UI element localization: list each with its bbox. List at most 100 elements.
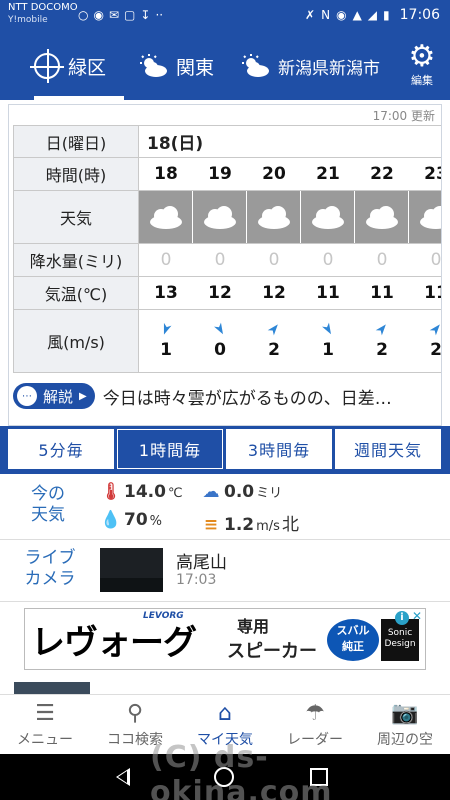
ad-info-icon[interactable]: i xyxy=(395,611,409,625)
wind-arrow-icon xyxy=(429,324,440,336)
table-row-precip: 降水量(ミリ) 0 0 0 0 0 0 xyxy=(13,243,441,276)
thermometer-icon: 🌡 xyxy=(100,482,122,502)
camera-icon: 📷 xyxy=(391,700,419,726)
wind-cell: 0 xyxy=(193,310,247,372)
hour-cell: 20 xyxy=(262,164,286,184)
logo-line: Design xyxy=(384,639,416,649)
ad-sonic-logo: Sonic Design xyxy=(381,619,419,661)
current-weather-label: 今の 天気 xyxy=(18,484,78,526)
interval-tabs: 5分毎 1時間毎 3時間毎 週間天気 xyxy=(0,426,450,474)
camera-time: 17:03 xyxy=(176,572,217,588)
temp-cell: 11 xyxy=(424,283,441,303)
label-line: カメラ xyxy=(24,569,76,589)
wind-arrow-icon xyxy=(214,322,223,335)
table-row-wind: 風(m/s) 1 0 2 1 2 2 xyxy=(13,309,442,373)
rain-unit: ミリ xyxy=(256,486,283,501)
label-line: 天気 xyxy=(31,505,65,525)
wind-arrow-icon xyxy=(375,324,386,336)
temp-cell: 11 xyxy=(370,283,394,303)
weather-cell xyxy=(139,191,193,243)
advertisement-banner[interactable]: レヴォーグ LEVORG 専用 スピーカー スバル 純正 Sonic Desig… xyxy=(24,608,426,670)
hourly-forecast-panel: 17:00 更新 日(曜日) 18(日) 時間(時) 181920212223 … xyxy=(8,104,442,426)
precip-cell: 0 xyxy=(214,250,226,270)
live-camera-label: ライブ カメラ xyxy=(20,548,80,590)
wind-icon: ≡ xyxy=(203,515,219,535)
carrier-name: NTT DOCOMO xyxy=(8,2,78,13)
notification-icons: ○ ◉ ✉ ▢ ↧ ·· xyxy=(78,8,163,22)
speech-bubble-icon: ⋯ xyxy=(17,386,37,406)
wind-speed: 1 xyxy=(322,340,334,360)
temp-cell: 11 xyxy=(316,283,340,303)
hour-cell: 21 xyxy=(316,164,340,184)
tab-weekly[interactable]: 週間天気 xyxy=(335,429,441,469)
tab-hourly[interactable]: 1時間毎 xyxy=(117,429,223,469)
wind-arrow-icon xyxy=(163,322,172,335)
temp-cell: 13 xyxy=(154,283,178,303)
location-tab-kanto[interactable]: 関東 xyxy=(138,32,214,100)
humidity-unit: % xyxy=(149,514,163,529)
wind-cell: 1 xyxy=(139,310,193,372)
weather-cell xyxy=(355,191,409,243)
wind-speed: 2 xyxy=(430,340,442,360)
tab-5min[interactable]: 5分毎 xyxy=(8,429,114,469)
signal-icon: ◢ xyxy=(367,8,378,22)
temp-value: 14.0 xyxy=(124,482,166,502)
next-card-thumbnail xyxy=(14,682,90,694)
wind-arrow-icon xyxy=(322,322,331,335)
dots-icon: ·· xyxy=(155,8,164,22)
camera-thumbnail[interactable] xyxy=(100,548,163,592)
mail-icon: ✉ xyxy=(108,8,120,22)
tab-3hour[interactable]: 3時間毎 xyxy=(226,429,332,469)
bluetooth-icon: ✗ xyxy=(305,8,316,22)
wind-speed: 0 xyxy=(214,340,226,360)
wind-speed: 2 xyxy=(376,340,388,360)
gps-icon xyxy=(30,49,64,83)
humidity-drops-icon: 💧 xyxy=(100,510,122,530)
menu-icon: ☰ xyxy=(35,700,55,726)
forecast-comment[interactable]: ⋯ 解説 ▶ 今日は時々雲が広がるものの、日差… xyxy=(13,383,392,409)
row-header: 時間(時) xyxy=(13,158,139,190)
watermark: (C) ds-okina.com xyxy=(150,740,333,800)
nav-menu[interactable]: ☰ メニュー xyxy=(0,695,90,754)
battery-icon: ▮ xyxy=(383,8,390,22)
badge-line: 純正 xyxy=(342,640,364,653)
status-bar: NTT DOCOMO Y!mobile ○ ◉ ✉ ▢ ↧ ·· ✗ N ◉ ▲… xyxy=(0,0,450,32)
rain-value: 0.0 xyxy=(224,482,255,502)
updated-time: 17:00 更新 xyxy=(372,109,435,123)
logo-line: Sonic xyxy=(387,628,413,638)
commentary-button[interactable]: ⋯ 解説 ▶ xyxy=(13,383,95,409)
edit-button[interactable]: ⚙ 編集 xyxy=(404,42,440,88)
row-header: 風(m/s) xyxy=(13,310,139,372)
humidity-value: 70 xyxy=(124,510,148,530)
sun-cloud-icon xyxy=(140,54,167,77)
hour-cell: 18 xyxy=(154,164,178,184)
forecast-table: 日(曜日) 18(日) 時間(時) 181920212223 天気 降水量(ミリ… xyxy=(13,125,442,373)
current-weather[interactable]: 今の 天気 🌡 14.0 ℃ ☁ 0.0 ミリ 💧 70 % ≡ 1.2 m/s… xyxy=(0,474,450,540)
live-camera[interactable]: ライブ カメラ 高尾山 17:03 xyxy=(0,540,450,602)
current-rain: ☁ 0.0 ミリ xyxy=(200,482,283,502)
search-icon: ⚲ xyxy=(126,700,144,726)
wifi-icon: ▲ xyxy=(352,8,362,22)
gear-icon: ⚙ xyxy=(408,39,436,74)
commentary-label: 解説 xyxy=(43,387,74,406)
location-header: 緑区 関東 新潟県新潟市 ⚙ 編集 xyxy=(0,32,450,100)
ad-close-icon[interactable]: ✕ xyxy=(412,609,422,623)
location-tab-niigata[interactable]: 新潟県新潟市 xyxy=(240,32,380,100)
table-row-time: 時間(時) 18 19 20 21 22 23 xyxy=(13,157,441,190)
wind-value: 1.2 xyxy=(224,515,255,535)
precip-cell: 0 xyxy=(322,250,334,270)
rain-cloud-icon: ☁ xyxy=(202,482,220,502)
carrier-sub: Y!mobile xyxy=(8,15,48,25)
location-label: 新潟県新潟市 xyxy=(278,58,380,79)
row-header: 気温(℃) xyxy=(13,277,139,309)
wind-cell: 1 xyxy=(301,310,355,372)
wind-cell: 2 xyxy=(409,310,442,372)
eye-icon: ◉ xyxy=(336,8,347,22)
carrier: NTT DOCOMO Y!mobile xyxy=(8,2,78,26)
precip-cell: 0 xyxy=(160,250,172,270)
location-tab-current[interactable]: 緑区 xyxy=(30,32,124,100)
umbrella-icon: ☂ xyxy=(305,700,325,726)
comment-text: 今日は時々雲が広がるものの、日差… xyxy=(102,388,392,409)
back-icon[interactable] xyxy=(116,768,130,786)
row-header: 天気 xyxy=(13,191,139,243)
